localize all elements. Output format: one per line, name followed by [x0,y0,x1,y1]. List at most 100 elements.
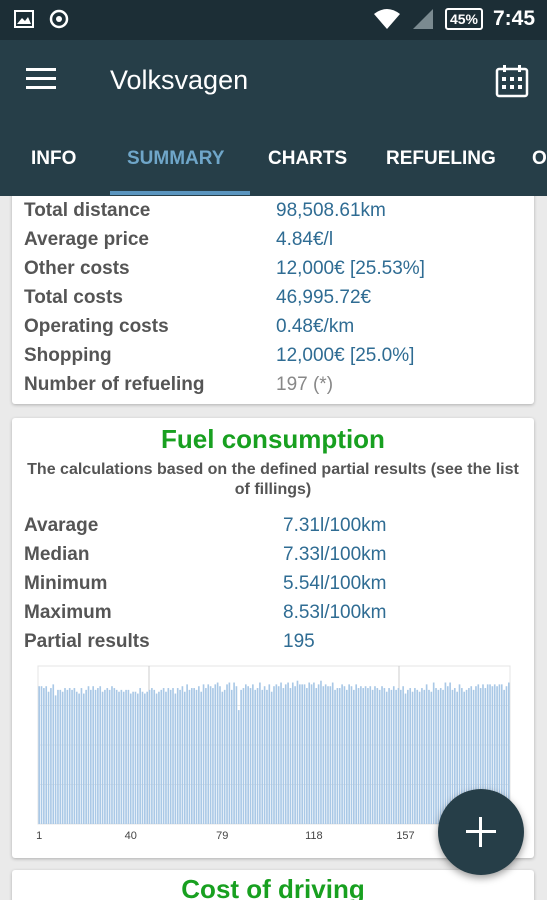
chart-bar [200,691,203,824]
chart-x-tick-label: 40 [125,830,137,842]
chart-x-tick-label: 79 [216,830,228,842]
chart-bar [360,686,362,824]
chart-bar [409,688,412,824]
chart-bar [59,689,62,824]
shopping-value: 12,000€ [25.0%] [276,345,415,366]
chart-bar [50,688,52,824]
chart-bar [136,693,139,824]
chart-bar [144,693,146,824]
calendar-icon[interactable] [495,64,529,98]
tab-charts[interactable]: CHARTS [268,148,347,170]
chart-bar [256,688,259,824]
chart-bar [113,688,116,824]
chart-bar [303,684,306,824]
chart-bar [268,684,271,824]
chart-bar [151,688,153,824]
chart-bar [254,689,257,824]
chart-bar [301,684,303,824]
chart-bar [101,691,104,824]
app-bar: Volksvagen [0,40,547,124]
chart-x-tick-label: 1 [36,830,42,842]
chart-bar [388,688,390,824]
tab-other[interactable]: OT [532,148,547,170]
chart-bar [198,686,200,824]
chart-bar [66,689,69,824]
chart-bar [179,689,181,824]
chart-bar [421,688,423,824]
chart-bar [336,688,339,824]
chart-bar [371,689,374,824]
menu-icon[interactable] [26,68,58,96]
chart-bar [334,689,336,824]
chart-bar [263,686,266,824]
chart-bar [134,691,137,824]
chart-bar [38,686,40,824]
app-title: Volksvagen [110,65,249,95]
chart-bar [141,691,144,824]
chart-bar [306,688,308,824]
chart-bar [202,684,205,824]
chart-bar [230,689,233,824]
average-value: 7.31l/100km [283,515,387,536]
chart-bar [233,682,235,824]
chart-bar [169,689,172,824]
chart-bar [331,682,334,824]
chart-bar [252,684,254,824]
chart-bar [183,691,186,824]
chart-bar [205,688,207,824]
operating-costs-value: 0.48€/km [276,316,355,337]
total-distance-value: 98,508.61km [276,200,386,221]
chart-bar [442,689,444,824]
chart-bar [284,684,287,824]
chart-bar [162,688,165,824]
chart-bar [226,684,228,824]
fuel-consumption-note: The calculations based on the defined pa… [27,461,519,498]
chart-bar [47,691,50,824]
chart-bar [165,691,167,824]
tab-refueling[interactable]: REFUELING [386,148,496,170]
chart-bar [343,686,346,824]
chart-bar [407,689,409,824]
chart-bar [235,686,238,824]
chart-bar [172,688,174,824]
chart-bar [362,688,365,824]
chart-bar [190,688,193,824]
chart-x-tick-label: 157 [396,830,414,842]
chart-bar [392,686,395,824]
chart-bar [43,688,45,824]
chart-bar [397,688,400,824]
chart-bar [395,689,397,824]
chart-bar [92,686,94,824]
chart-bar [90,689,92,824]
chart-bar [348,684,350,824]
add-refueling-button[interactable] [438,789,524,875]
chart-bar [324,684,327,824]
chart-bar [280,682,282,824]
chart-bar [444,682,447,824]
chart-bar [341,684,343,824]
chart-bar [71,689,73,824]
chart-bar [369,686,372,824]
chart-bar [345,689,348,824]
tab-summary[interactable]: SUMMARY [127,148,224,170]
chart-bar [261,689,264,824]
chart-bar [329,686,332,824]
chart-bar [73,688,76,824]
chart-bar [214,684,217,824]
chart-bar [40,686,43,824]
cost-of-driving-card: Cost of driving [12,870,534,900]
chart-bar [80,688,83,824]
chart-bar [259,682,261,824]
status-bar: 45% 7:45 [0,0,547,40]
chart-bar [245,684,247,824]
chart-bar [97,688,99,824]
chart-bar [437,689,440,824]
total-costs-label: Total costs [24,287,123,308]
chart-bar [45,686,48,824]
tab-info[interactable]: INFO [31,148,76,170]
chart-bar [216,682,219,824]
image-notification-icon [14,10,34,28]
chart-bar [85,689,87,824]
chart-bar [322,686,325,824]
maximum-value: 8.53l/100km [283,602,387,623]
